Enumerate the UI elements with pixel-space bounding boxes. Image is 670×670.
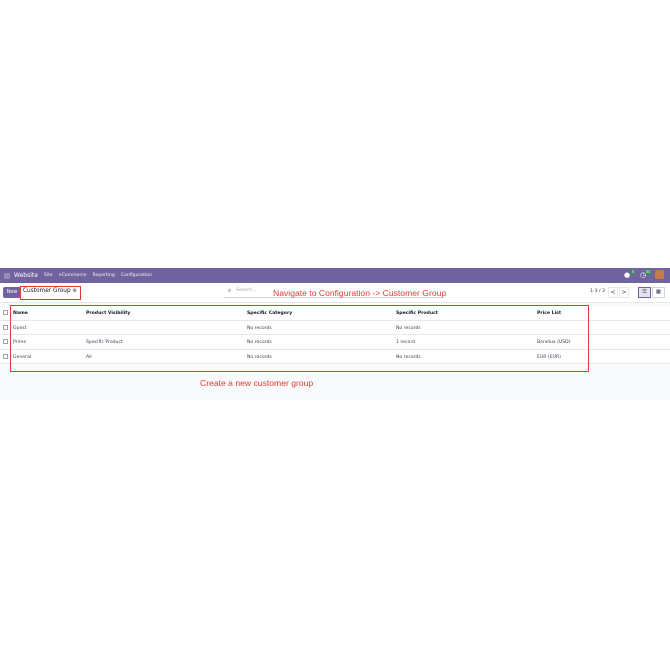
- systray: ● 5 ◷ 33: [623, 269, 664, 279]
- annotation-navigate: Navigate to Configuration -> Customer Gr…: [273, 288, 447, 298]
- user-avatar[interactable]: [655, 270, 664, 279]
- menu-configuration[interactable]: Configuration: [121, 273, 152, 278]
- menu-ecommerce[interactable]: eCommerce: [59, 273, 87, 278]
- app-screenshot: Website Site eCommerce Reporting Configu…: [0, 268, 670, 400]
- chat-badge: 5: [630, 269, 635, 274]
- select-all-checkbox[interactable]: [3, 310, 8, 315]
- app-name[interactable]: Website: [14, 272, 38, 279]
- kanban-view-button[interactable]: ▦: [652, 287, 665, 298]
- menu-reporting[interactable]: Reporting: [93, 273, 115, 278]
- search-input[interactable]: Search...: [236, 288, 256, 293]
- menu-site[interactable]: Site: [44, 273, 53, 278]
- pager-previous-button[interactable]: <: [608, 287, 618, 298]
- pager-next-button[interactable]: >: [619, 287, 629, 298]
- list-view-icon: ☰: [642, 289, 647, 295]
- search-icon: ⌕: [228, 288, 232, 294]
- activity-badge: 33: [644, 269, 651, 274]
- row-checkbox[interactable]: [3, 324, 8, 330]
- control-panel: New Customer Group ⚙ ⌕ Search... Navigate…: [0, 283, 670, 303]
- breadcrumb: Customer Group ⚙: [23, 288, 77, 294]
- gear-icon[interactable]: ⚙: [73, 288, 77, 294]
- top-navbar: Website Site eCommerce Reporting Configu…: [0, 268, 670, 283]
- chat-icon[interactable]: ● 5: [623, 269, 635, 279]
- row-checkbox[interactable]: [3, 339, 8, 344]
- new-button[interactable]: New: [3, 287, 21, 298]
- kanban-view-icon: ▦: [655, 289, 662, 295]
- annotation-create: Create a new customer group: [200, 378, 314, 388]
- row-checkbox[interactable]: [3, 353, 8, 359]
- page-title: Customer Group: [23, 288, 71, 294]
- apps-grid-icon[interactable]: [4, 272, 10, 279]
- list-view-button[interactable]: ☰: [638, 287, 651, 298]
- highlight-box-table: [10, 305, 589, 372]
- clock-icon[interactable]: ◷ 33: [639, 269, 651, 279]
- pager-value[interactable]: 1-3 / 3: [590, 289, 605, 294]
